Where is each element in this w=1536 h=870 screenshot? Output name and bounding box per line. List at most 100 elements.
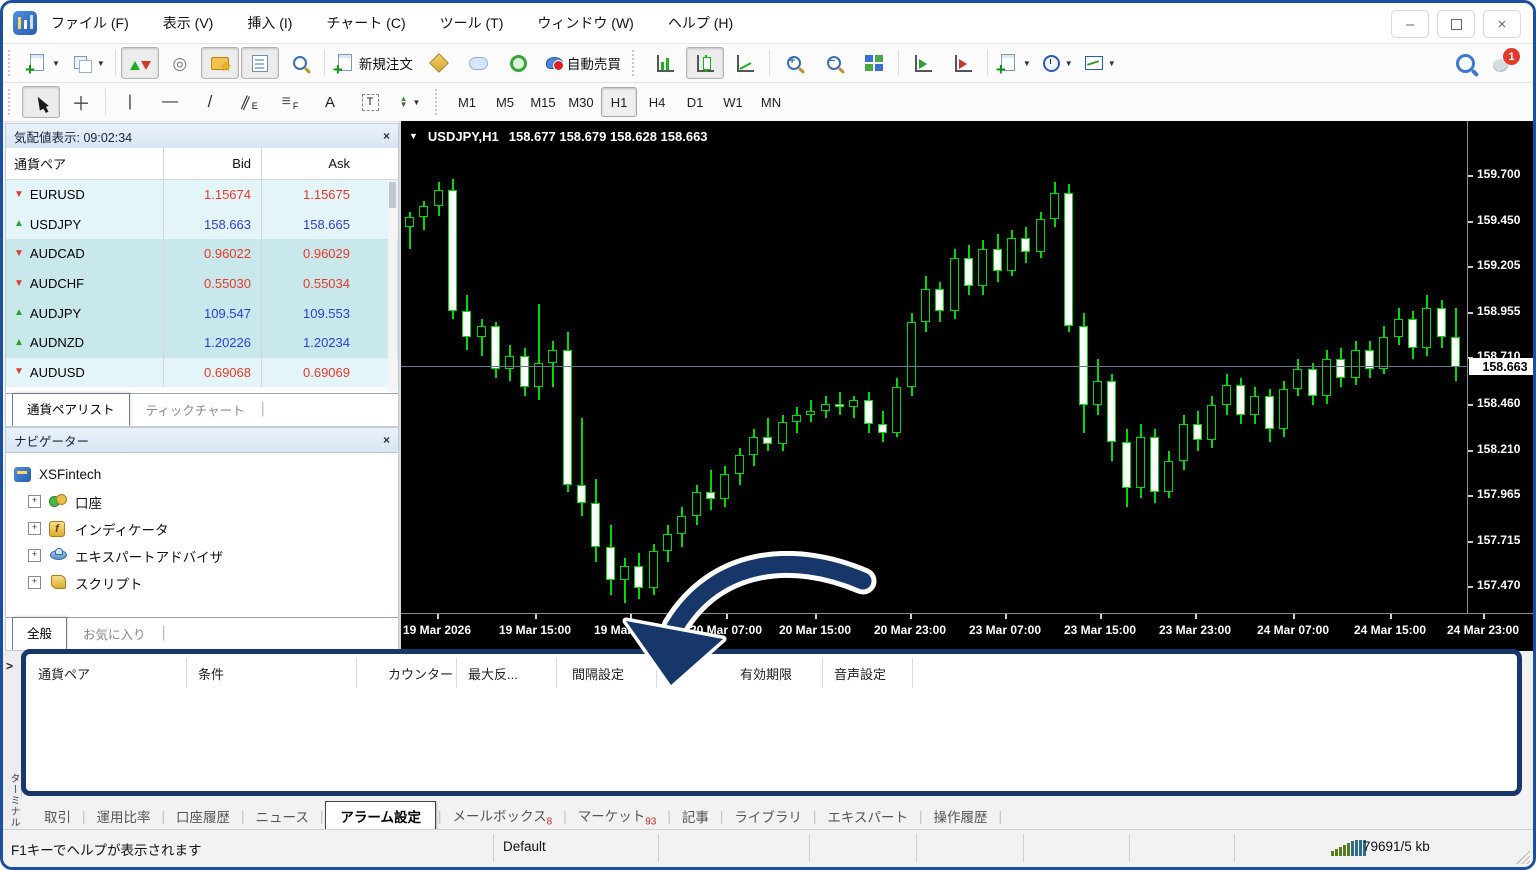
- label-tool[interactable]: T: [351, 86, 389, 118]
- auto-scroll-button[interactable]: [904, 47, 942, 79]
- terminal-tab[interactable]: マーケット93: [569, 802, 666, 831]
- toolbar-grip[interactable]: [8, 89, 17, 115]
- menu-item[interactable]: 表示 (V): [163, 13, 214, 33]
- market-watch-row[interactable]: ▼AUDCAD0.960220.96029: [6, 239, 398, 269]
- market-watch-toggle[interactable]: [121, 47, 159, 79]
- timeframe-m1[interactable]: M1: [449, 87, 485, 117]
- navigator-item[interactable]: +口座: [14, 488, 394, 515]
- line-chart-button[interactable]: [726, 47, 764, 79]
- chart-shift-button[interactable]: [944, 47, 982, 79]
- timeframe-m5[interactable]: M5: [487, 87, 523, 117]
- data-window-button[interactable]: ◎: [161, 47, 199, 79]
- chart-window[interactable]: ▼ USDJPY,H1 158.677 158.679 158.628 158.…: [399, 121, 1536, 651]
- channel-tool[interactable]: ∥E: [231, 86, 269, 118]
- timeframe-w1[interactable]: W1: [715, 87, 751, 117]
- menu-item[interactable]: チャート (C): [326, 13, 405, 33]
- auto-trading-button[interactable]: 自動売買: [540, 47, 626, 79]
- terminal-tab[interactable]: 取引: [35, 803, 80, 829]
- alarm-column-header[interactable]: 通貨ペア: [38, 664, 90, 683]
- menu-item[interactable]: ファイル (F): [51, 13, 129, 33]
- terminal-tab[interactable]: アラーム設定: [325, 801, 436, 831]
- market-watch-row[interactable]: ▼AUDCHF0.550300.55034: [6, 269, 398, 299]
- time-axis[interactable]: 19 Mar 202619 Mar 15:0019 Mar 23:0020 Ma…: [401, 613, 1536, 652]
- profiles-button[interactable]: ▼: [67, 47, 110, 79]
- indicators-button[interactable]: +▼: [993, 47, 1036, 79]
- chart-collapse-icon[interactable]: ▼: [409, 131, 418, 144]
- menu-item[interactable]: ツール (T): [440, 13, 504, 33]
- navigator-item[interactable]: +エキスパートアドバイザ: [14, 542, 394, 569]
- status-profile[interactable]: Default: [503, 839, 546, 854]
- vline-tool[interactable]: |: [111, 86, 149, 118]
- alarm-column-header[interactable]: 音声設定: [834, 664, 886, 683]
- navigator-tab[interactable]: 全般: [12, 617, 67, 650]
- terminal-tab[interactable]: ニュース: [247, 803, 318, 829]
- navigator-item[interactable]: +スクリプト: [14, 569, 394, 596]
- alarm-column-header[interactable]: カウンター: [388, 664, 453, 683]
- hline-tool[interactable]: —: [151, 86, 189, 118]
- timeframe-mn[interactable]: MN: [753, 87, 789, 117]
- market-watch-row[interactable]: ▼EURUSD1.156741.15675: [6, 180, 398, 210]
- minimize-button[interactable]: –: [1391, 10, 1429, 38]
- terminal-tab[interactable]: 口座履歴: [167, 803, 239, 829]
- restore-button[interactable]: [1437, 10, 1475, 38]
- expand-plus-icon[interactable]: +: [28, 576, 41, 589]
- expand-plus-icon[interactable]: +: [28, 495, 41, 508]
- expand-chevron-icon[interactable]: >: [6, 659, 13, 673]
- zoom-in-button[interactable]: +: [775, 47, 813, 79]
- toolbar-grip[interactable]: [632, 50, 641, 76]
- new-order-button[interactable]: +新規注文: [330, 47, 418, 79]
- alarm-column-header[interactable]: 有効期限: [740, 664, 792, 683]
- market-watch-tab[interactable]: 通貨ペアリスト: [12, 393, 130, 426]
- toolbar-grip[interactable]: [8, 50, 17, 76]
- timeframe-m15[interactable]: M15: [525, 87, 561, 117]
- menu-item[interactable]: ウィンドウ (W): [537, 13, 633, 33]
- expand-plus-icon[interactable]: +: [28, 522, 41, 535]
- terminal-tab[interactable]: 運用比率: [88, 803, 160, 829]
- terminal-tab[interactable]: ライブラリ: [725, 803, 811, 829]
- terminal-tab[interactable]: メールボックス8: [444, 802, 562, 831]
- terminal-tab[interactable]: 操作履歴: [925, 803, 997, 829]
- crosshair-tool[interactable]: ＋: [62, 86, 100, 118]
- expand-plus-icon[interactable]: +: [28, 549, 41, 562]
- toolbar-grip[interactable]: [435, 89, 444, 115]
- alarm-column-header[interactable]: 最大反...: [468, 664, 518, 683]
- terminal-toggle[interactable]: [241, 47, 279, 79]
- templates-button[interactable]: ▼: [1080, 47, 1121, 79]
- market-watch-row[interactable]: ▼AUDUSD0.690680.69069: [6, 358, 398, 388]
- market-watch-tab[interactable]: ティックチャート: [132, 395, 259, 424]
- market-watch-row[interactable]: ▲AUDJPY109.547109.553: [6, 298, 398, 328]
- close-button[interactable]: ×: [1483, 10, 1521, 38]
- column-header-bid[interactable]: Bid: [164, 148, 262, 179]
- candlestick-button[interactable]: [686, 47, 724, 79]
- tile-windows-button[interactable]: [855, 47, 893, 79]
- notifications-button[interactable]: 1: [1493, 52, 1517, 74]
- menu-item[interactable]: ヘルプ (H): [668, 13, 733, 33]
- navigator-root[interactable]: XSFintech: [14, 461, 394, 488]
- search-icon[interactable]: [1456, 54, 1475, 73]
- timeframe-m30[interactable]: M30: [563, 87, 599, 117]
- fibonacci-tool[interactable]: ≡F: [271, 86, 309, 118]
- menu-item[interactable]: 挿入 (I): [247, 13, 292, 33]
- trendline-tool[interactable]: /: [191, 86, 229, 118]
- navigator-toggle[interactable]: ★: [201, 47, 239, 79]
- cursor-tool[interactable]: [22, 86, 60, 118]
- timeframe-h4[interactable]: H4: [639, 87, 675, 117]
- signals-button[interactable]: [500, 47, 538, 79]
- market-watch-close-icon[interactable]: ×: [383, 129, 390, 143]
- periods-button[interactable]: ▼: [1038, 47, 1078, 79]
- new-chart-button[interactable]: +▼: [22, 47, 65, 79]
- market-watch-row[interactable]: ▲USDJPY158.663158.665: [6, 210, 398, 240]
- shapes-tool[interactable]: ▲▼▼: [391, 86, 429, 118]
- text-tool[interactable]: A: [311, 86, 349, 118]
- market-watch-row[interactable]: ▲AUDNZD1.202261.20234: [6, 328, 398, 358]
- column-header-ask[interactable]: Ask: [262, 156, 360, 171]
- navigator-item[interactable]: +fインディケータ: [14, 515, 394, 542]
- metaeditor-button[interactable]: [420, 47, 458, 79]
- bar-chart-button[interactable]: [646, 47, 684, 79]
- timeframe-h1[interactable]: H1: [601, 87, 637, 117]
- resize-grip[interactable]: [1516, 850, 1530, 864]
- navigator-tab[interactable]: お気に入り: [69, 619, 160, 648]
- market-watch-scrollbar[interactable]: [388, 180, 397, 392]
- alarm-column-header[interactable]: 条件: [198, 664, 224, 683]
- alarm-column-header[interactable]: 間隔設定: [572, 664, 624, 683]
